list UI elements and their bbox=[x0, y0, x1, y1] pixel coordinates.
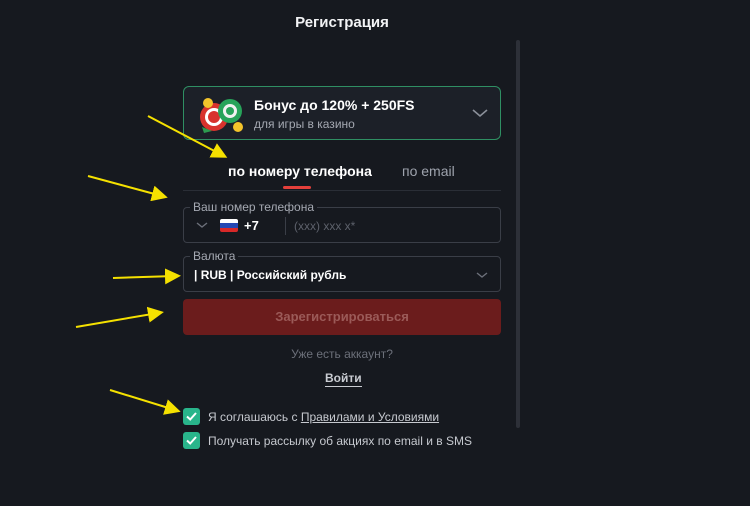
bonus-selector[interactable]: Бонус до 120% + 250FS для игры в казино bbox=[183, 86, 501, 140]
chevron-down-icon[interactable] bbox=[476, 270, 488, 280]
country-code: +7 bbox=[244, 218, 259, 233]
annotation-arrows bbox=[75, 115, 228, 415]
terms-text: Я соглашаюсь с Правилами и Условиями bbox=[208, 410, 439, 424]
terms-checkbox[interactable] bbox=[183, 408, 200, 425]
scrollbar[interactable] bbox=[516, 40, 520, 428]
checkmark-icon bbox=[186, 412, 197, 421]
russia-flag-icon[interactable] bbox=[220, 219, 238, 232]
arrow-to-currency bbox=[112, 268, 181, 285]
login-link[interactable]: Войти bbox=[325, 371, 362, 387]
registration-tabs: по номеру телефона по email bbox=[183, 152, 501, 191]
currency-value: | RUB | Российский рубль bbox=[194, 268, 347, 282]
currency-field-label: Валюта bbox=[190, 249, 239, 263]
phone-input[interactable] bbox=[292, 214, 496, 238]
arrow-to-terms bbox=[109, 389, 181, 415]
chevron-down-icon[interactable] bbox=[472, 107, 488, 119]
newsletter-checkbox[interactable] bbox=[183, 432, 200, 449]
page-title: Регистрация bbox=[295, 14, 389, 31]
country-chevron-down-icon[interactable] bbox=[196, 220, 208, 230]
register-button[interactable]: Зарегистрироваться bbox=[183, 299, 501, 335]
arrow-to-register bbox=[75, 306, 164, 328]
tab-phone[interactable]: по номеру телефона bbox=[228, 163, 372, 179]
phone-field-label: Ваш номер телефона bbox=[190, 200, 318, 214]
arrow-to-phone-field bbox=[87, 175, 168, 202]
active-tab-indicator bbox=[283, 186, 311, 189]
newsletter-text: Получать рассылку об акциях по email и в… bbox=[208, 434, 472, 448]
phone-field: Ваш номер телефона +7 bbox=[183, 200, 501, 243]
have-account-text: Уже есть аккаунт? bbox=[291, 347, 393, 361]
terms-prefix: Я соглашаюсь с bbox=[208, 410, 301, 424]
checkmark-icon bbox=[186, 436, 197, 445]
currency-select[interactable]: Валюта | RUB | Российский рубль bbox=[183, 249, 501, 292]
tab-email[interactable]: по email bbox=[402, 163, 455, 179]
bonus-title: Бонус до 120% + 250FS bbox=[254, 97, 415, 113]
bonus-subtitle: для игры в казино bbox=[254, 117, 355, 131]
terms-link[interactable]: Правилами и Условиями bbox=[301, 410, 439, 424]
divider bbox=[285, 217, 286, 235]
casino-chips-icon bbox=[200, 98, 243, 133]
